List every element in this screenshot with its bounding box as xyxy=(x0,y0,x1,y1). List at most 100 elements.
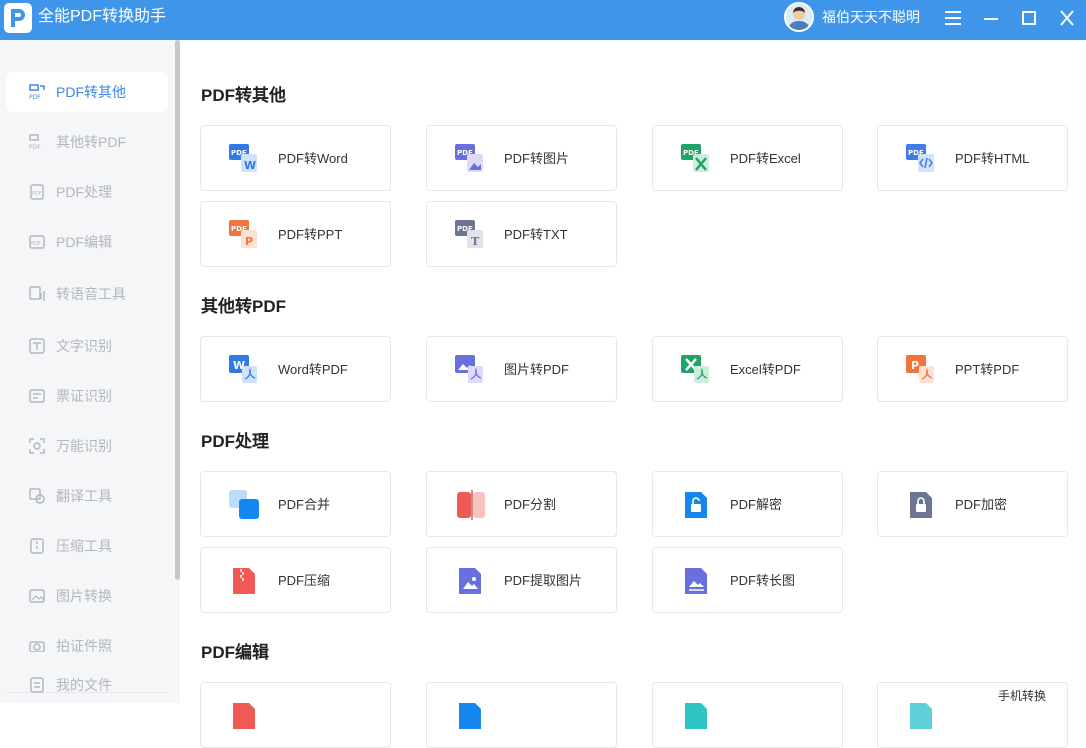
pdf-to-long-image-card[interactable]: PDF转长图 xyxy=(652,547,843,613)
section-title: PDF处理 xyxy=(201,432,269,451)
sidebar-item-compress[interactable]: 压缩工具 xyxy=(6,526,168,566)
pdf-to-image-icon: PDF xyxy=(455,144,483,172)
sidebar-item-other-to-pdf[interactable]: PDF 其他转PDF xyxy=(6,122,168,162)
camera-icon xyxy=(29,641,45,652)
sidebar-item-pdf-to-other[interactable]: PDF PDF转其他 xyxy=(6,72,168,112)
minimize-icon[interactable] xyxy=(979,6,1003,30)
word-to-pdf-icon: W xyxy=(229,355,257,383)
lock-icon xyxy=(910,492,932,518)
pdf-process-icon: PDF xyxy=(30,184,44,200)
compress-icon xyxy=(30,538,44,554)
sidebar-item-ocr[interactable]: 文字识别 xyxy=(6,326,168,366)
long-image-icon xyxy=(685,568,707,594)
sidebar-item-label: 图片转换 xyxy=(56,588,112,604)
svg-text:PDF: PDF xyxy=(29,94,41,101)
card-label: PDF转HTML xyxy=(955,151,1030,166)
pdf-split-card[interactable]: PDF分割 xyxy=(426,471,617,537)
card-label: PDF转TXT xyxy=(504,227,568,242)
pdf-merge-card[interactable]: PDF合并 xyxy=(200,471,391,537)
username[interactable]: 福伯天天不聪明 xyxy=(822,8,920,26)
mobile-convert-label: 手机转换 xyxy=(998,689,1047,703)
section-title: PDF转其他 xyxy=(201,86,286,105)
card-label: PDF合并 xyxy=(278,497,331,512)
pdf-edit-tool-icon xyxy=(233,703,255,729)
menu-icon[interactable] xyxy=(941,6,965,30)
svg-text:PDF: PDF xyxy=(31,241,41,247)
scan-icon xyxy=(29,438,45,454)
sidebar-item-label: PDF编辑 xyxy=(56,234,112,250)
card-label: PPT转PDF xyxy=(955,362,1020,377)
pdf-extract-image-card[interactable]: PDF提取图片 xyxy=(426,547,617,613)
sidebar-item-label: PDF转其他 xyxy=(56,84,126,100)
ppt-to-pdf-card[interactable]: P PPT转PDF xyxy=(877,336,1068,402)
svg-text:W: W xyxy=(244,159,256,172)
pdf-edit-icon: PDF xyxy=(29,235,45,249)
pdf-encrypt-card[interactable]: PDF加密 xyxy=(877,471,1068,537)
card-label: PDF转PPT xyxy=(278,227,343,242)
pdf-to-html-icon: PDF xyxy=(906,144,934,172)
card-label: Word转PDF xyxy=(278,362,348,377)
image-to-pdf-icon xyxy=(455,355,483,383)
pdf-edit-card[interactable] xyxy=(652,682,843,748)
sidebar-item-pdf-edit[interactable]: PDF PDF编辑 xyxy=(6,222,168,262)
close-icon[interactable] xyxy=(1055,6,1079,30)
card-label: PDF转Word xyxy=(278,151,348,166)
card-label: PDF分割 xyxy=(504,497,557,512)
avatar[interactable] xyxy=(784,2,814,32)
pdf-to-excel-card[interactable]: PDF PDF转Excel xyxy=(652,125,843,191)
pdf-to-html-card[interactable]: PDF PDF转HTML xyxy=(877,125,1068,191)
sidebar-item-label: 票证识别 xyxy=(56,388,112,404)
pdf-edit-card[interactable]: 手机转换 xyxy=(877,682,1068,748)
sidebar-item-universal-ocr[interactable]: 万能识别 xyxy=(6,426,168,466)
title-bar: 全能PDF转换助手 福伯天天不聪明 xyxy=(0,0,1086,40)
maximize-icon[interactable] xyxy=(1017,6,1041,30)
card-label: PDF转Excel xyxy=(730,151,801,166)
sidebar-item-label: 转语音工具 xyxy=(56,286,126,302)
sidebar-item-image-convert[interactable]: 图片转换 xyxy=(6,576,168,616)
extract-image-icon xyxy=(459,568,481,594)
file-icon xyxy=(30,677,44,693)
translate-icon xyxy=(29,488,45,504)
card-label: PDF压缩 xyxy=(278,573,331,588)
pdf-split-icon xyxy=(457,490,485,520)
sidebar-item-my-files[interactable]: 我的文件 xyxy=(6,665,168,705)
card-label: PDF转长图 xyxy=(730,573,796,588)
pdf-to-ppt-card[interactable]: PDF P PDF转PPT xyxy=(200,201,391,267)
sidebar-item-ticket-ocr[interactable]: 票证识别 xyxy=(6,376,168,416)
svg-text:PDF: PDF xyxy=(29,144,41,151)
sidebar-item-label: 翻译工具 xyxy=(56,488,112,504)
app-logo-icon xyxy=(4,3,32,33)
card-label: PDF加密 xyxy=(955,497,1008,512)
sidebar-item-translate[interactable]: 翻译工具 xyxy=(6,476,168,516)
card-label: 图片转PDF xyxy=(504,362,570,377)
image-convert-icon xyxy=(29,589,45,603)
pdf-to-word-card[interactable]: PDF W PDF转Word xyxy=(200,125,391,191)
pdf-to-txt-card[interactable]: PDF T PDF转TXT xyxy=(426,201,617,267)
svg-text:P: P xyxy=(245,235,253,248)
sidebar-item-id-photo[interactable]: 拍证件照 xyxy=(6,626,168,652)
word-to-pdf-card[interactable]: W Word转PDF xyxy=(200,336,391,402)
sidebar-item-label: 压缩工具 xyxy=(56,538,112,554)
unlock-icon xyxy=(685,492,707,518)
sidebar-scrollbar[interactable] xyxy=(175,40,180,580)
card-label: PDF转图片 xyxy=(504,151,570,166)
pdf-edit-card[interactable] xyxy=(426,682,617,748)
pdf-to-txt-icon: PDFT xyxy=(455,220,483,248)
excel-to-pdf-icon xyxy=(681,355,709,383)
image-to-pdf-card[interactable]: 图片转PDF xyxy=(426,336,617,402)
pdf-to-image-card[interactable]: PDF PDF转图片 xyxy=(426,125,617,191)
app-title: 全能PDF转换助手 xyxy=(38,8,167,25)
sidebar: PDF PDF转其他 PDF 其他转PDF PDF PDF处理 PDF PDF编… xyxy=(0,40,180,703)
pdf-merge-icon xyxy=(229,490,259,519)
excel-to-pdf-card[interactable]: Excel转PDF xyxy=(652,336,843,402)
sidebar-item-label: 拍证件照 xyxy=(56,638,112,652)
sidebar-item-pdf-process[interactable]: PDF PDF处理 xyxy=(6,172,168,212)
pdf-convert-icon: PDF xyxy=(29,134,41,151)
pdf-edit-tool-icon xyxy=(459,703,481,729)
card-label: Excel转PDF xyxy=(730,362,801,377)
pdf-edit-card[interactable] xyxy=(200,682,391,748)
pdf-decrypt-card[interactable]: PDF解密 xyxy=(652,471,843,537)
svg-text:PDF: PDF xyxy=(32,191,42,197)
sidebar-item-voice-tools[interactable]: 转语音工具 xyxy=(6,274,168,314)
pdf-compress-card[interactable]: PDF压缩 xyxy=(200,547,391,613)
